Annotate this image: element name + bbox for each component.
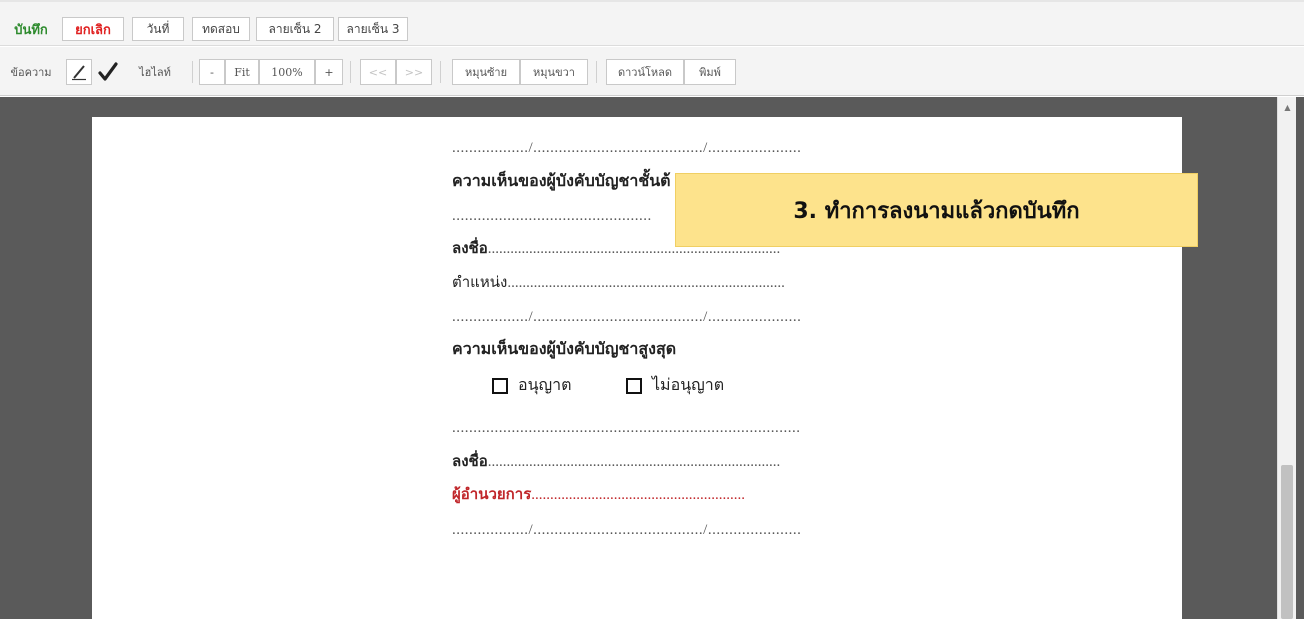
signature-label: ลงชื่อ (452, 454, 488, 470)
zoom-level-display[interactable]: 100% (259, 59, 315, 85)
print-button[interactable]: พิมพ์ (684, 59, 736, 85)
signature-2-button[interactable]: ลายเซ็น 2 (256, 17, 334, 41)
toolbar-separator (596, 61, 597, 83)
vertical-scrollbar[interactable]: ▲ (1277, 97, 1296, 619)
position-line: ตำแหน่ง.................................… (452, 274, 785, 292)
toolbar-separator (350, 61, 351, 83)
signature-label: ลงชื่อ (452, 241, 488, 257)
date-line-3: ................../.....................… (452, 522, 802, 538)
toolbar-top-border (0, 0, 1304, 2)
supervisor-opinion-line: ........................................… (452, 208, 652, 224)
supervisor-opinion-heading: ความเห็นของผู้บังคับบัญชาชั้นต้ (452, 173, 671, 190)
test-button[interactable]: ทดสอบ (192, 17, 250, 41)
disapprove-checkbox[interactable] (626, 377, 642, 394)
pen-icon (72, 65, 86, 81)
next-page-button[interactable]: >> (396, 59, 432, 85)
check-tool-button[interactable] (94, 59, 122, 85)
approve-label: อนุญาต (518, 377, 572, 394)
approve-option[interactable]: อนุญาต (492, 373, 572, 398)
scroll-up-arrow-icon[interactable]: ▲ (1278, 97, 1297, 117)
disapprove-label: ไม่อนุญาต (652, 377, 725, 394)
date-button[interactable]: วันที่ (132, 17, 184, 41)
date-line-1: ................../.....................… (452, 140, 802, 156)
signature-3-button[interactable]: ลายเซ็น 3 (338, 17, 408, 41)
instruction-callout: 3. ทำการลงนามแล้วกดบันทึก (675, 173, 1198, 247)
scrollbar-thumb[interactable] (1281, 465, 1293, 619)
director-line: ผู้อำนวยการ.............................… (452, 486, 745, 504)
director-dots: ........................................… (531, 487, 745, 503)
highlight-tool-button[interactable]: ไฮไลท์ (124, 59, 186, 85)
top-supervisor-opinion-line: ........................................… (452, 420, 801, 436)
director-label: ผู้อำนวยการ (452, 487, 532, 503)
zoom-out-button[interactable]: - (199, 59, 225, 85)
tools-toolbar: ข้อความ ไฮไลท์ - Fit 100% + << >> หมุนซ้… (0, 47, 1304, 96)
rotate-left-button[interactable]: หมุนซ้าย (452, 59, 520, 85)
position-dots: ........................................… (507, 275, 785, 291)
rotate-right-button[interactable]: หมุนขวา (520, 59, 588, 85)
checkmark-icon (98, 62, 118, 81)
position-label: ตำแหน่ง (452, 275, 508, 291)
signature-line-2: ลงชื่อ..................................… (452, 453, 780, 471)
top-supervisor-opinion-heading: ความเห็นของผู้บังคับบัญชาสูงสุด (452, 341, 677, 358)
date-line-2: ................../.....................… (452, 309, 802, 325)
text-tool-button[interactable]: ข้อความ (0, 59, 62, 85)
top-toolbar: บันทึก ยกเลิก วันที่ ทดสอบ ลายเซ็น 2 ลาย… (0, 0, 1304, 46)
save-button[interactable]: บันทึก (6, 17, 56, 41)
signature-dots: ........................................… (487, 454, 781, 470)
download-button[interactable]: ดาวน์โหลด (606, 59, 684, 85)
pen-tool-button[interactable] (66, 59, 92, 85)
toolbar-separator (192, 61, 193, 83)
cancel-button[interactable]: ยกเลิก (62, 17, 124, 41)
prev-page-button[interactable]: << (360, 59, 396, 85)
fit-button[interactable]: Fit (225, 59, 259, 85)
zoom-in-button[interactable]: + (315, 59, 343, 85)
approve-checkbox[interactable] (492, 377, 508, 394)
toolbar-separator (440, 61, 441, 83)
disapprove-option[interactable]: ไม่อนุญาต (626, 373, 724, 398)
